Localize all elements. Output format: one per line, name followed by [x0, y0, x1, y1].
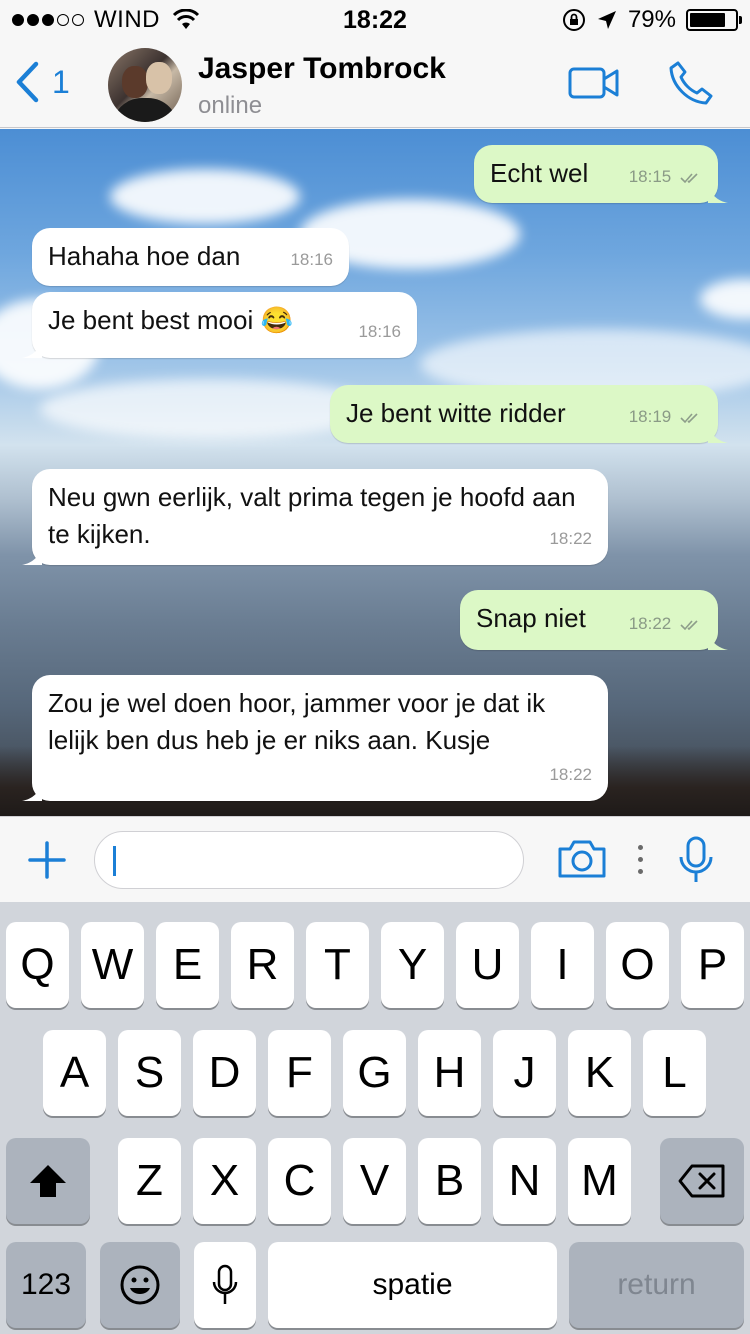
- key-u[interactable]: U: [456, 922, 519, 1008]
- attach-button[interactable]: [28, 841, 66, 884]
- key-i[interactable]: I: [531, 922, 594, 1008]
- numbers-key[interactable]: 123: [6, 1242, 86, 1328]
- dictation-key[interactable]: [194, 1242, 256, 1328]
- key-s[interactable]: S: [118, 1030, 181, 1116]
- message-time: 18:22: [549, 529, 592, 548]
- read-receipt-icon: [680, 412, 698, 423]
- voice-message-button[interactable]: [676, 835, 716, 890]
- read-receipt-icon: [680, 172, 698, 183]
- key-j[interactable]: J: [493, 1030, 556, 1116]
- key-q[interactable]: Q: [6, 922, 69, 1008]
- key-c[interactable]: C: [268, 1138, 331, 1224]
- space-key[interactable]: spatie: [268, 1242, 557, 1328]
- voice-call-button[interactable]: [668, 60, 714, 111]
- chat-header: 1 Jasper Tombrock online: [0, 40, 750, 128]
- chat-area[interactable]: Echt wel 18:15 Hahaha hoe dan 18:16 Je b…: [0, 129, 750, 816]
- message-time: 18:16: [290, 250, 333, 269]
- message-text: Echt wel: [490, 158, 589, 188]
- key-a[interactable]: A: [43, 1030, 106, 1116]
- rotation-lock-icon: [562, 9, 585, 31]
- message-time: 18:15: [628, 167, 672, 186]
- plus-icon: [28, 841, 66, 879]
- message-time: 18:19: [628, 407, 672, 426]
- shift-key[interactable]: [6, 1138, 90, 1224]
- battery-percentage: 79%: [627, 6, 676, 33]
- phone-icon: [669, 61, 713, 105]
- read-receipt-icon: [680, 619, 698, 630]
- message-outgoing[interactable]: Je bent witte ridder 18:19: [330, 385, 728, 443]
- unread-count: 1: [52, 63, 70, 100]
- battery-icon: [686, 9, 742, 31]
- key-b[interactable]: B: [418, 1138, 481, 1224]
- camera-icon: [558, 840, 606, 878]
- key-k[interactable]: K: [568, 1030, 631, 1116]
- status-right: 79%: [562, 6, 742, 34]
- message-text: Snap niet: [476, 603, 586, 633]
- key-n[interactable]: N: [493, 1138, 556, 1224]
- microphone-icon: [212, 1264, 238, 1304]
- message-outgoing[interactable]: Snap niet 18:22: [460, 590, 728, 650]
- more-icon[interactable]: [638, 845, 643, 874]
- key-g[interactable]: G: [343, 1030, 406, 1116]
- key-p[interactable]: P: [681, 922, 744, 1008]
- key-l[interactable]: L: [643, 1030, 706, 1116]
- video-call-button[interactable]: [568, 66, 620, 105]
- contact-status: online: [198, 92, 263, 119]
- message-outgoing[interactable]: Echt wel 18:15: [474, 145, 728, 203]
- backspace-key[interactable]: [660, 1138, 744, 1224]
- key-z[interactable]: Z: [118, 1138, 181, 1224]
- video-camera-icon: [568, 67, 619, 99]
- location-icon: [597, 11, 616, 29]
- backspace-icon: [678, 1164, 725, 1198]
- microphone-icon: [679, 836, 713, 882]
- message-text: Je bent best mooi 😂: [48, 305, 293, 335]
- key-o[interactable]: O: [606, 922, 669, 1008]
- key-h[interactable]: H: [418, 1030, 481, 1116]
- message-text: Je bent witte ridder: [346, 398, 566, 428]
- camera-button[interactable]: [556, 839, 608, 884]
- key-y[interactable]: Y: [381, 922, 444, 1008]
- message-time: 18:22: [549, 765, 592, 784]
- message-text: Zou je wel doen hoor, jammer voor je dat…: [48, 688, 546, 755]
- key-f[interactable]: F: [268, 1030, 331, 1116]
- keyboard: Q W E R T Y U I O P A S D F G H J K L Z …: [0, 902, 750, 1334]
- emoji-key[interactable]: [100, 1242, 180, 1328]
- key-t[interactable]: T: [306, 922, 369, 1008]
- key-d[interactable]: D: [193, 1030, 256, 1116]
- key-e[interactable]: E: [156, 922, 219, 1008]
- contact-name[interactable]: Jasper Tombrock: [198, 52, 446, 86]
- emoji-icon: [120, 1265, 160, 1305]
- message-incoming[interactable]: Hahaha hoe dan 18:16: [32, 228, 349, 286]
- text-cursor: [113, 846, 116, 876]
- shift-arrow-icon: [30, 1165, 66, 1197]
- status-bar: WIND 18:22 79%: [0, 0, 750, 40]
- return-key[interactable]: return: [569, 1242, 744, 1328]
- key-r[interactable]: R: [231, 922, 294, 1008]
- message-incoming[interactable]: Zou je wel doen hoor, jammer voor je dat…: [22, 675, 608, 801]
- message-time: 18:22: [628, 614, 672, 633]
- message-text: Neu gwn eerlijk, valt prima tegen je hoo…: [48, 482, 576, 549]
- key-m[interactable]: M: [568, 1138, 631, 1224]
- back-button[interactable]: 1: [14, 60, 70, 104]
- contact-avatar[interactable]: [108, 48, 182, 122]
- message-input[interactable]: [94, 831, 524, 889]
- message-incoming[interactable]: Neu gwn eerlijk, valt prima tegen je hoo…: [22, 469, 608, 565]
- message-incoming[interactable]: Je bent best mooi 😂 18:16: [22, 292, 417, 358]
- message-text: Hahaha hoe dan: [48, 241, 241, 271]
- key-w[interactable]: W: [81, 922, 144, 1008]
- chevron-left-icon: [16, 61, 39, 103]
- key-v[interactable]: V: [343, 1138, 406, 1224]
- message-time: 18:16: [358, 322, 401, 341]
- key-x[interactable]: X: [193, 1138, 256, 1224]
- message-input-bar: [0, 816, 750, 902]
